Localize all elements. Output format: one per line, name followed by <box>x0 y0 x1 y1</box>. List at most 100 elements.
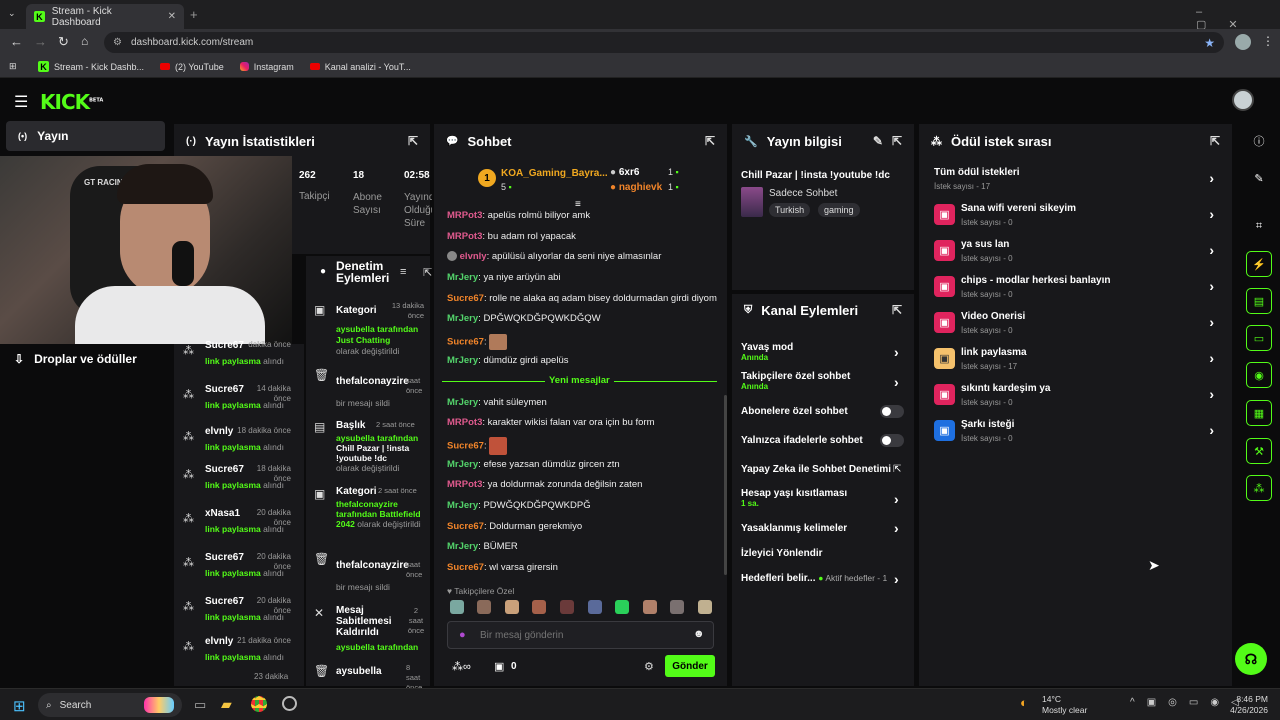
supporter-name[interactable]: 6xr6 <box>619 167 640 178</box>
action-raid[interactable]: İzleyici Yönlendir <box>741 548 823 559</box>
emote-icon[interactable] <box>670 600 684 614</box>
emote-icon[interactable] <box>450 600 464 614</box>
chat-username[interactable]: MRPot3 <box>447 231 482 242</box>
edit-pencil-icon[interactable]: ✎ <box>873 134 883 148</box>
profile-avatar[interactable] <box>1235 34 1251 50</box>
subscribers-only-toggle[interactable] <box>880 405 904 418</box>
chat-username[interactable]: MrJery <box>447 500 478 511</box>
edit-pencil-icon[interactable]: ✎ <box>1246 165 1272 191</box>
forward-icon[interactable]: → <box>34 34 47 49</box>
chevron-right-icon[interactable]: › <box>894 491 899 507</box>
chat-username[interactable]: Sucre67 <box>447 562 484 573</box>
emote-icon[interactable] <box>698 600 712 614</box>
popout-icon[interactable]: ⇱ <box>1210 134 1220 148</box>
apps-grid-icon[interactable]: ⊞ <box>9 61 17 72</box>
reward-item[interactable]: ▣ chips - modlar herkesi banlayın İstek sa… <box>934 274 1224 304</box>
wrench-icon[interactable]: ⚒ <box>1246 438 1272 464</box>
back-icon[interactable]: ← <box>10 34 23 49</box>
action-slow-mode[interactable]: Yavaş mod Anında <box>741 342 793 362</box>
info-icon[interactable]: ⓘ <box>1246 128 1272 154</box>
task-view-icon[interactable]: ▭ <box>194 697 206 713</box>
reward-item[interactable]: ▣ Video Onerisi İstek sayısı - 0 › <box>934 310 1224 340</box>
reward-item[interactable]: ▣ link paylasma İstek sayısı - 17 › <box>934 346 1224 376</box>
bookmark-star-icon[interactable]: ★ <box>1204 36 1215 50</box>
action-ai-moderation[interactable]: Yapay Zeka ile Sohbet Denetimi <box>741 464 891 475</box>
bookmark-youtube[interactable]: (2) YouTube <box>160 62 224 72</box>
chevron-right-icon[interactable]: › <box>894 571 899 587</box>
reload-icon[interactable]: ↻ <box>58 34 69 50</box>
menu-dots-icon[interactable]: ⋮ <box>1262 34 1274 48</box>
notes-icon[interactable]: ▤ <box>1246 288 1272 314</box>
rewards-icon[interactable]: ⁂ <box>1246 475 1272 501</box>
taskbar-search[interactable]: ⌕ Search <box>38 693 182 717</box>
action-followers-only[interactable]: Takipçilere özel sohbet Anında <box>741 371 850 391</box>
chat-username[interactable]: Sucre67 <box>447 521 484 532</box>
help-support-icon[interactable]: ☊ <box>1235 643 1267 675</box>
top-supporter-name[interactable]: KOA_Gaming_Bayra... <box>501 168 608 179</box>
reward-all[interactable]: Tüm ödül istekleri İstek sayısı - 17 › <box>934 166 1224 196</box>
chat-input[interactable] <box>480 627 680 643</box>
chevron-right-icon[interactable]: › <box>894 520 899 536</box>
user-avatar[interactable] <box>1232 89 1254 111</box>
action-account-age[interactable]: Hesap yaşı kısıtlaması 1 sa. <box>741 488 847 508</box>
emoji-icon[interactable]: ☻ <box>693 628 705 640</box>
moderation-icon[interactable]: ▦ <box>1246 400 1272 426</box>
chat-icon[interactable]: ▭ <box>1246 325 1272 351</box>
file-explorer-icon[interactable]: ▰ <box>221 696 232 713</box>
tag-chip[interactable]: Turkish <box>769 203 811 217</box>
bookmark-instagram[interactable]: Instagram <box>239 62 294 72</box>
reward-item[interactable]: ▣ Şarkı isteği İstek sayısı - 0 › <box>934 418 1224 448</box>
emote-icon[interactable] <box>505 600 519 614</box>
kick-logo[interactable]: KICKBETA <box>40 90 103 114</box>
emote-only-toggle[interactable] <box>880 434 904 447</box>
tab-list-icon[interactable]: ⌄ <box>8 8 16 19</box>
window-controls[interactable]: –▢✕ <box>1196 6 1280 31</box>
chat-scrollbar[interactable] <box>724 395 727 575</box>
chevron-right-icon[interactable]: › <box>894 374 899 390</box>
close-tab-icon[interactable]: ✕ <box>168 11 176 22</box>
chat-username[interactable]: MrJery <box>447 459 478 470</box>
chat-input-box[interactable]: ● ☻ <box>447 621 714 649</box>
chat-username[interactable]: MRPot3 <box>447 479 482 490</box>
chat-username[interactable]: MrJery <box>447 272 478 283</box>
chat-username[interactable]: Sucre67 <box>447 337 484 348</box>
emote-icon[interactable] <box>643 600 657 614</box>
emote-icon[interactable] <box>477 600 491 614</box>
bookmark-kanal-analizi[interactable]: Kanal analizi - YouT... <box>309 62 411 72</box>
home-icon[interactable]: ⌂ <box>81 34 88 48</box>
browser-tab[interactable]: K Stream - Kick Dashboard ✕ <box>26 4 184 29</box>
popout-icon[interactable]: ⇱ <box>408 134 418 148</box>
chat-username[interactable]: MRPot3 <box>447 417 482 428</box>
emote-icon[interactable] <box>532 600 546 614</box>
new-tab-icon[interactable]: + <box>190 7 198 22</box>
channel-points-icon[interactable]: ⁂∞ <box>452 660 471 673</box>
chat-username[interactable]: MrJery <box>447 397 478 408</box>
broadcast-icon[interactable]: ◉ <box>1246 362 1272 388</box>
microphone-icon[interactable]: ● <box>459 629 466 641</box>
popout-icon[interactable]: ⇱ <box>892 134 902 148</box>
chat-settings-gear-icon[interactable]: ⚙ <box>644 660 654 673</box>
tag-chip[interactable]: gaming <box>818 203 860 217</box>
external-link-icon[interactable]: ⇱ <box>893 464 901 475</box>
windows-start-icon[interactable]: ⊞ <box>13 697 26 715</box>
bookmark-kick[interactable]: K Stream - Kick Dashb... <box>38 61 144 72</box>
popout-icon[interactable]: ⇱ <box>892 303 902 317</box>
emote-icon[interactable] <box>615 600 629 614</box>
chat-username[interactable]: Sucre67 <box>447 441 484 452</box>
reward-item[interactable]: ▣ Sana wifi vereni sikeyim İstek sayısı - … <box>934 202 1224 232</box>
url-field[interactable]: ⚙ dashboard.kick.com/stream ★ <box>104 32 1224 53</box>
chrome-icon[interactable] <box>251 696 267 712</box>
chat-username[interactable]: MRPot3 <box>447 210 482 221</box>
collapse-supporters-icon[interactable]: ≡ <box>575 199 581 210</box>
chevron-right-icon[interactable]: › <box>894 344 899 360</box>
site-info-icon[interactable]: ⚙ <box>113 37 122 48</box>
send-button[interactable]: Gönder <box>665 655 715 677</box>
action-banned-words[interactable]: Yasaklanmış kelimeler <box>741 523 847 534</box>
obs-icon[interactable] <box>282 696 297 711</box>
chat-username[interactable]: MrJery <box>447 313 478 324</box>
hamburger-menu-icon[interactable]: ☰ <box>14 92 28 112</box>
reward-item[interactable]: ▣ ya sus lan İstek sayısı - 0 › <box>934 238 1224 268</box>
lightning-icon[interactable]: ⚡ <box>1246 251 1272 277</box>
action-goals[interactable]: Hedefleri belir... ● Aktif hedefler - 1 <box>741 573 887 584</box>
chat-username[interactable]: MrJery <box>447 355 478 366</box>
